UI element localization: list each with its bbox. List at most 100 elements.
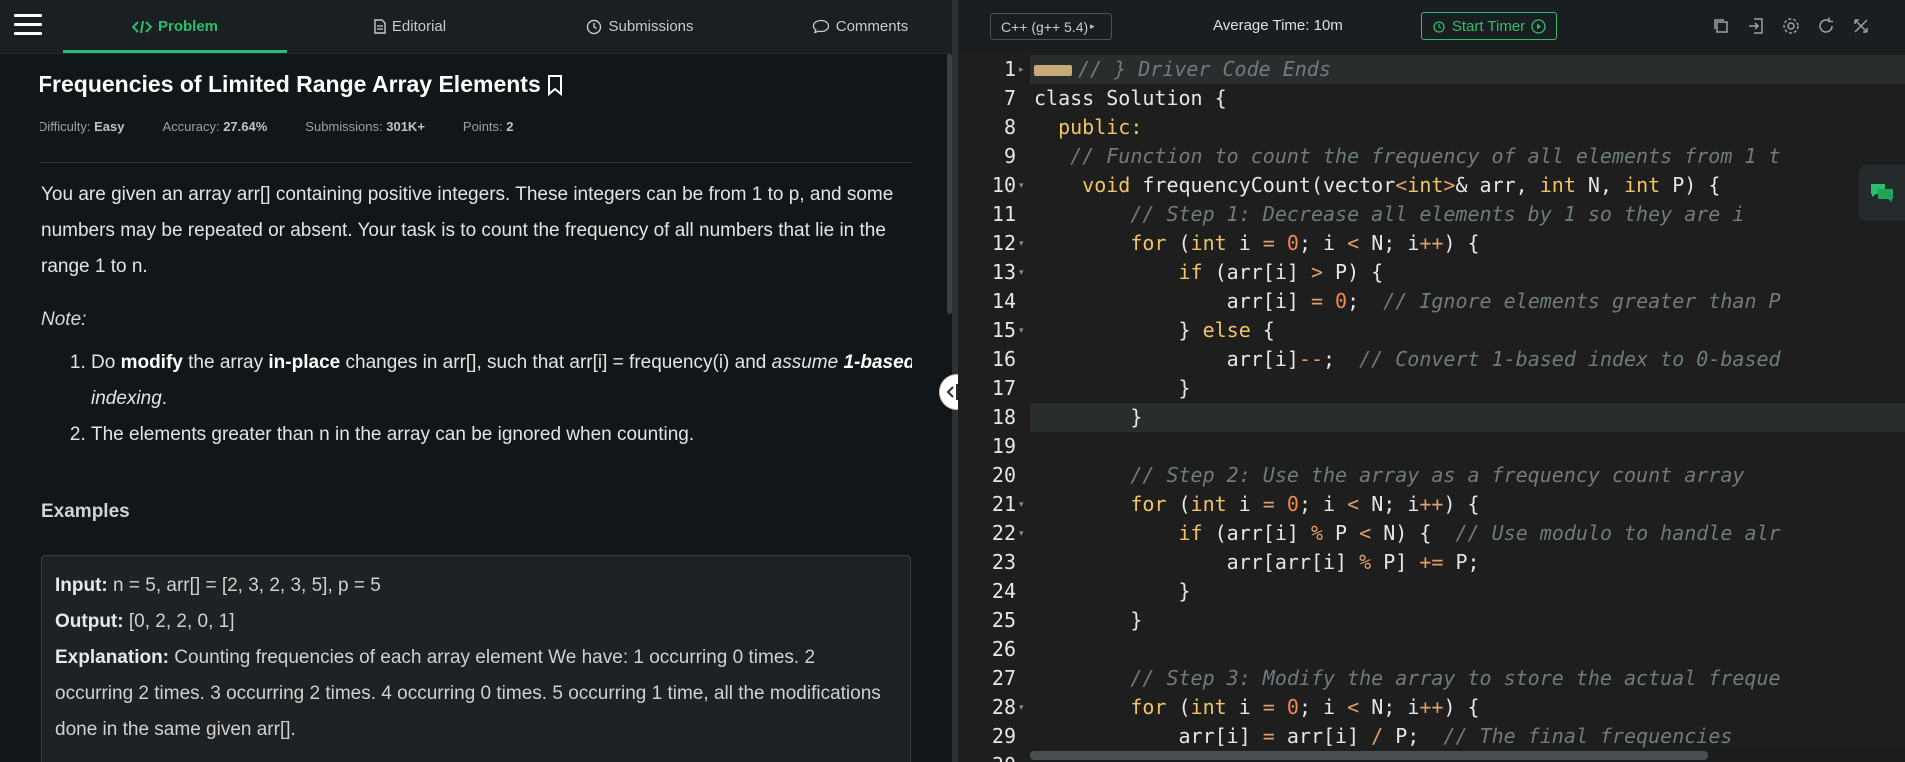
reset-icon[interactable] <box>1816 16 1836 36</box>
note-label: Note: <box>41 309 87 330</box>
note-item: The elements greater than n in the array… <box>91 417 912 453</box>
code-line: if (arr[i] % P < N) { // Use modulo to h… <box>1178 521 1781 545</box>
current-line-highlight <box>1030 403 1905 432</box>
accuracy: Accuracy: 27.64% <box>162 119 268 134</box>
fold-arrow-icon[interactable]: ▾ <box>1019 693 1024 722</box>
folded-region-icon[interactable] <box>1034 65 1072 76</box>
line-number: 16 <box>991 347 1016 371</box>
problem-panel: Problem Editorial Submissions Comments F… <box>0 0 952 762</box>
fold-arrow-icon[interactable]: ▾ <box>1019 171 1024 200</box>
code-line: } <box>1034 608 1143 632</box>
alarm-icon <box>1433 21 1445 33</box>
line-number-gutter: 1 7 8 9 10 11 12 13 14 15 16 17 18 19 20… <box>958 53 1030 762</box>
fold-arrow-icon[interactable]: ▾ <box>1019 490 1024 519</box>
comment-icon <box>812 19 829 34</box>
tab-editorial[interactable]: Editorial <box>340 0 480 53</box>
tab-problem[interactable]: Problem <box>63 0 287 53</box>
line-number: 17 <box>991 376 1016 400</box>
code-line: arr[arr[i] % P] += P; <box>1034 550 1480 574</box>
editor-panel: C++ (g++ 5.4) ▸ Average Time: 10m Start T… <box>958 0 1905 762</box>
fold-arrow-icon[interactable]: ▾ <box>1019 258 1024 287</box>
line-number: 25 <box>991 608 1016 632</box>
problem-description: You are given an array arr[] containing … <box>41 184 894 277</box>
code-area[interactable]: // } Driver Code Ends class Solution { p… <box>1030 53 1905 762</box>
difficulty: Difficulty: Easy <box>40 119 125 134</box>
code-icon <box>131 20 152 33</box>
line-number: 23 <box>991 550 1016 574</box>
bookmark-icon[interactable] <box>547 74 563 96</box>
code-line: } <box>1034 579 1191 603</box>
line-number: 12 <box>991 231 1016 255</box>
copy-icon[interactable] <box>1711 16 1731 36</box>
code-line: } <box>1034 376 1191 400</box>
examples-heading: Examples <box>41 501 130 522</box>
code-line: } else { <box>1034 318 1275 342</box>
line-number: 24 <box>991 579 1016 603</box>
gear-icon[interactable] <box>1781 16 1801 36</box>
line-number: 8 <box>1003 115 1016 139</box>
line-number: 21 <box>991 492 1016 516</box>
code-line: for (int i = 0; i < N; i++) { <box>1130 492 1480 516</box>
tab-submissions-label: Submissions <box>608 18 694 35</box>
line-number: 1 <box>1003 57 1016 81</box>
login-icon[interactable] <box>1746 16 1766 36</box>
code-line: public: <box>1034 115 1143 139</box>
fold-arrow-icon[interactable]: ▾ <box>1019 316 1024 345</box>
code-line: } <box>1034 405 1143 429</box>
menu-icon[interactable] <box>14 14 42 38</box>
code-line: // Function to count the frequency of al… <box>1034 144 1781 168</box>
average-time: Average Time: 10m <box>1213 17 1343 34</box>
start-timer-button[interactable]: Start Timer <box>1421 12 1557 40</box>
fold-arrow-icon[interactable]: ▾ <box>1019 229 1024 258</box>
example-box: Input: n = 5, arr[] = [2, 3, 2, 3, 5], p… <box>41 555 911 762</box>
note-item: Do modify the array in-place changes in … <box>91 345 912 417</box>
fold-arrow-icon[interactable]: ▸ <box>1019 55 1024 84</box>
note-list: Do modify the array in-place changes in … <box>41 345 912 453</box>
code-line: class Solution { <box>1034 86 1227 110</box>
code-line: // Step 1: Decrease all elements by 1 so… <box>1130 202 1745 226</box>
code-line: // Step 3: Modify the array to store the… <box>1130 666 1781 690</box>
problem-tabs-bar: Problem Editorial Submissions Comments <box>0 0 952 54</box>
chat-icon[interactable] <box>1859 165 1905 221</box>
line-number: 22 <box>991 521 1016 545</box>
code-line: void frequencyCount(vector<int>& arr, in… <box>1082 173 1721 197</box>
tab-submissions[interactable]: Submissions <box>560 0 720 53</box>
line-number: 26 <box>991 637 1016 661</box>
editor-toolbar: C++ (g++ 5.4) ▸ Average Time: 10m Start T… <box>958 0 1905 54</box>
tab-comments-label: Comments <box>835 18 909 35</box>
line-number: 30 <box>958 751 1016 762</box>
tab-comments[interactable]: Comments <box>785 0 935 53</box>
code-line: for (int i = 0; i < N; i++) { <box>1130 231 1480 255</box>
clock-icon <box>587 19 602 34</box>
line-number: 18 <box>991 405 1016 429</box>
language-select[interactable]: C++ (g++ 5.4) ▸ <box>990 13 1112 40</box>
line-number: 11 <box>991 202 1016 226</box>
line-number: 19 <box>991 434 1016 458</box>
fold-arrow-icon[interactable]: ▾ <box>1019 519 1024 548</box>
document-icon <box>374 19 386 34</box>
scrollbar-thumb[interactable] <box>1030 751 1708 760</box>
problem-meta: Difficulty: Easy Accuracy: 27.64% Submis… <box>40 119 514 134</box>
problem-content: Frequencies of Limited Range Array Eleme… <box>40 53 912 762</box>
points: Points: 2 <box>462 119 514 134</box>
horizontal-scrollbar[interactable] <box>1030 748 1905 762</box>
fullscreen-icon[interactable] <box>1851 16 1871 36</box>
line-number: 10 <box>991 173 1016 197</box>
problem-title: Frequencies of Limited Range Array Eleme… <box>40 71 563 98</box>
line-number: 14 <box>991 289 1016 313</box>
code-line: // } Driver Code Ends <box>1034 55 1331 84</box>
code-line: arr[i] = arr[i] / P; // The final freque… <box>1034 724 1733 748</box>
submissions-count: Submissions: 301K+ <box>305 119 425 134</box>
line-number: 13 <box>991 260 1016 284</box>
line-number: 7 <box>1003 86 1016 110</box>
line-number: 15 <box>991 318 1016 342</box>
tab-editorial-label: Editorial <box>391 18 447 35</box>
line-number: 20 <box>991 463 1016 487</box>
example-input: Input: n = 5, arr[] = [2, 3, 2, 3, 5], p… <box>55 575 381 596</box>
divider <box>40 162 912 163</box>
code-editor[interactable]: 1 7 8 9 10 11 12 13 14 15 16 17 18 19 20… <box>958 53 1905 762</box>
line-number: 9 <box>1003 144 1016 168</box>
code-line: arr[i]--; // Convert 1-based index to 0-… <box>1034 347 1781 371</box>
code-line: if (arr[i] > P) { <box>1178 260 1384 284</box>
